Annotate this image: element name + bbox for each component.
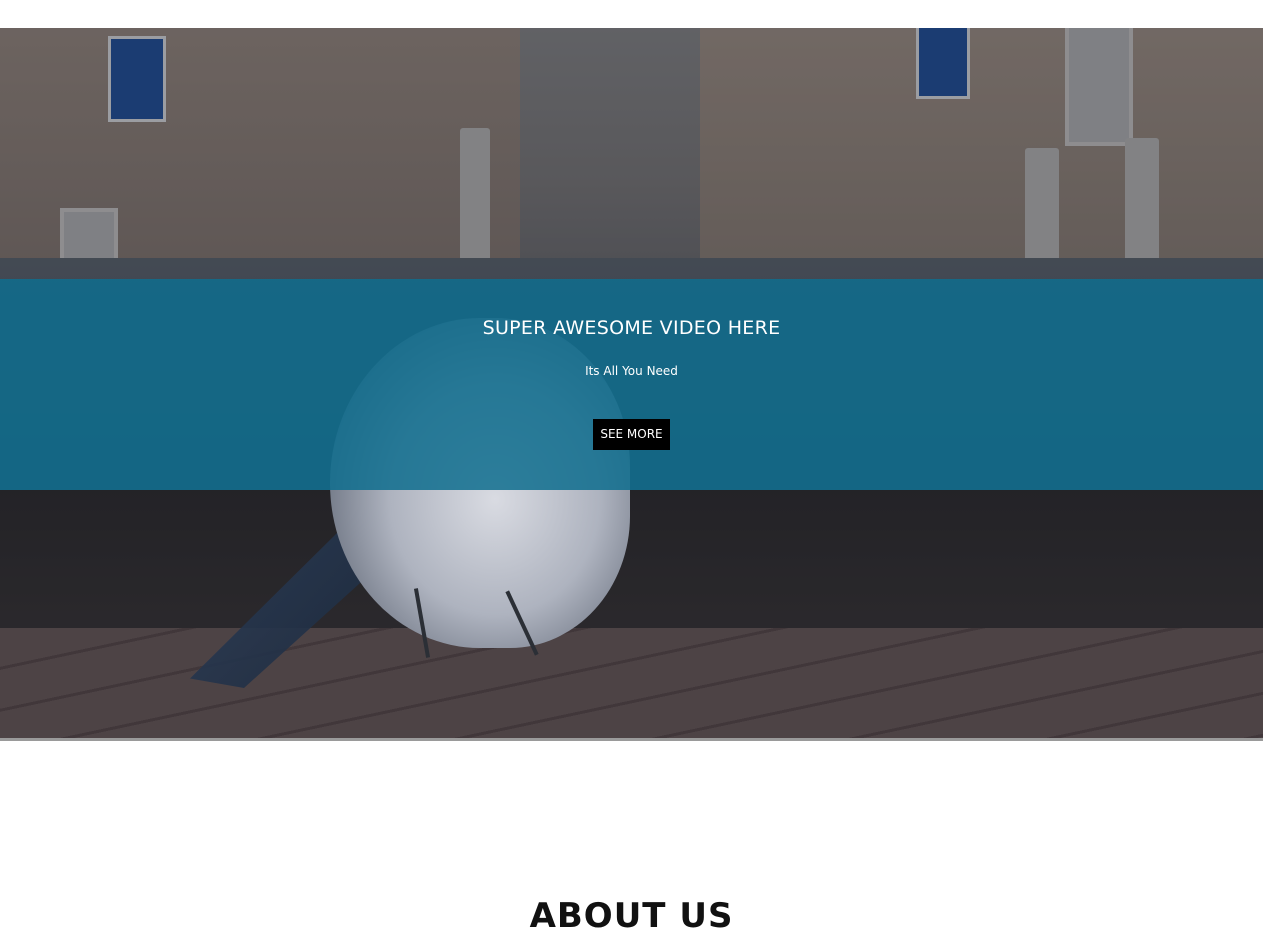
see-more-button[interactable]: SEE MORE: [593, 419, 670, 450]
hero-title: SUPER AWESOME VIDEO HERE: [482, 317, 781, 339]
top-bar: [0, 0, 1263, 28]
hero-subtitle: Its All You Need: [585, 364, 678, 378]
hero-divider: [0, 738, 1263, 741]
about-heading: ABOUT US: [529, 896, 734, 936]
hero-banner: SUPER AWESOME VIDEO HERE Its All You Nee…: [0, 279, 1263, 490]
